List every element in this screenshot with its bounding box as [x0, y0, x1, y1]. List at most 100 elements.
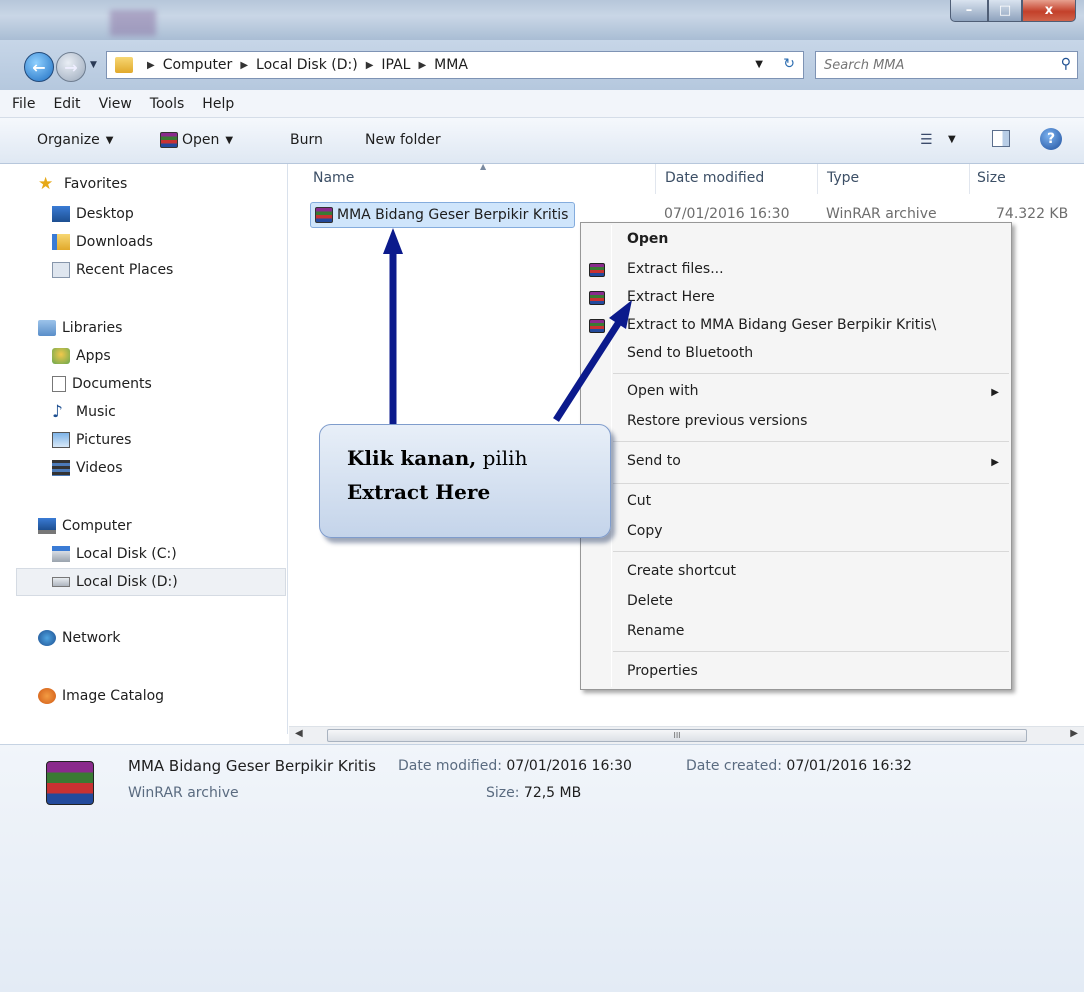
menu-item-open-with[interactable]: Open with — [627, 383, 699, 399]
menu-tools[interactable]: Tools — [150, 96, 185, 112]
winrar-archive-icon — [46, 761, 94, 805]
nav-label: Image Catalog — [62, 688, 165, 704]
instruction-callout: Klik kanan, pilih Extract Here — [319, 424, 611, 538]
nav-videos[interactable]: Videos — [52, 460, 123, 476]
nav-label: Network — [62, 630, 121, 646]
recent-pages-dropdown-icon[interactable]: ▼ — [90, 60, 97, 70]
menu-item-send-to[interactable]: Send to — [627, 453, 681, 469]
column-divider[interactable] — [655, 164, 656, 194]
image-catalog-icon — [38, 688, 56, 704]
breadcrumb-ipal[interactable]: ▶ IPAL — [358, 57, 411, 73]
details-value: 72,5 MB — [523, 785, 582, 801]
details-label: Date modified: — [398, 758, 502, 774]
menu-file[interactable]: File — [12, 96, 35, 112]
new-folder-button[interactable]: New folder — [365, 132, 441, 148]
recent-places-icon — [52, 262, 70, 278]
nav-libraries[interactable]: Libraries — [38, 320, 122, 336]
breadcrumb-mma[interactable]: ▶ MMA — [410, 57, 467, 73]
apps-icon — [52, 348, 70, 364]
horizontal-scrollbar[interactable]: ◀ III ▶ — [289, 726, 1084, 744]
menu-item-properties[interactable]: Properties — [627, 663, 698, 679]
menu-separator — [613, 483, 1009, 484]
organize-button[interactable]: Organize ▼ — [37, 132, 113, 148]
submenu-arrow-icon: ▶ — [991, 387, 999, 398]
change-view-icon[interactable]: ☰ — [920, 132, 933, 148]
nav-recent-places[interactable]: Recent Places — [52, 262, 173, 278]
column-size[interactable]: Size — [977, 170, 1006, 186]
menu-item-open[interactable]: Open — [627, 231, 668, 247]
maximize-button[interactable]: □ — [988, 0, 1022, 22]
menu-gutter — [611, 225, 612, 687]
nav-image-catalog[interactable]: Image Catalog — [38, 688, 164, 704]
menu-item-rename[interactable]: Rename — [627, 623, 684, 639]
nav-computer[interactable]: Computer — [38, 518, 132, 534]
nav-label: Desktop — [76, 206, 134, 222]
chevron-right-icon: ▶ — [418, 59, 427, 71]
menu-item-extract-to[interactable]: Extract to MMA Bidang Geser Berpikir Kri… — [627, 317, 936, 333]
minimize-button[interactable]: – — [950, 0, 988, 22]
menu-item-extract-files[interactable]: Extract files... — [627, 261, 724, 277]
submenu-arrow-icon: ▶ — [991, 457, 999, 468]
nav-favorites[interactable]: ★ Favorites — [38, 176, 127, 193]
nav-desktop[interactable]: Desktop — [52, 206, 134, 222]
nav-local-disk-c[interactable]: Local Disk (C:) — [52, 546, 177, 562]
nav-label: Documents — [72, 376, 152, 392]
preview-pane-icon[interactable] — [992, 130, 1010, 147]
search-input[interactable] — [816, 57, 1041, 73]
arrow-up-to-file — [383, 228, 403, 438]
column-date-modified[interactable]: Date modified — [665, 170, 764, 186]
menu-item-send-to-bluetooth[interactable]: Send to Bluetooth — [627, 345, 753, 361]
menu-view[interactable]: View — [99, 96, 132, 112]
file-name-cell[interactable]: MMA Bidang Geser Berpikir Kritis — [310, 202, 576, 228]
videos-icon — [52, 460, 70, 476]
menu-item-cut[interactable]: Cut — [627, 493, 651, 509]
back-button[interactable]: ← — [24, 52, 54, 82]
details-value: 07/01/2016 16:32 — [786, 758, 912, 774]
chevron-down-icon[interactable]: ▼ — [948, 134, 956, 145]
nav-downloads[interactable]: Downloads — [52, 234, 153, 250]
window-controls: – □ x — [950, 0, 1076, 22]
column-headers: ▲ Name Date modified Type Size — [289, 162, 1084, 194]
menu-separator — [613, 551, 1009, 552]
menu-help[interactable]: Help — [202, 96, 234, 112]
winrar-icon — [589, 263, 605, 277]
burn-label: Burn — [290, 132, 323, 148]
nav-documents[interactable]: Documents — [52, 376, 152, 392]
menu-item-create-shortcut[interactable]: Create shortcut — [627, 563, 736, 579]
menu-item-delete[interactable]: Delete — [627, 593, 673, 609]
open-button[interactable]: Open ▼ — [160, 132, 233, 148]
nav-local-disk-d[interactable]: Local Disk (D:) — [52, 574, 178, 590]
nav-label: Local Disk (C:) — [76, 546, 177, 562]
column-type[interactable]: Type — [827, 170, 859, 186]
breadcrumb-computer[interactable]: ▶ Computer — [139, 57, 232, 73]
column-name[interactable]: Name — [313, 170, 354, 186]
forward-button[interactable]: → — [56, 52, 86, 82]
burn-button[interactable]: Burn — [290, 132, 323, 148]
search-icon[interactable]: ⚲ — [1061, 56, 1071, 72]
column-divider[interactable] — [969, 164, 970, 194]
help-icon[interactable]: ? — [1040, 128, 1062, 150]
nav-music[interactable]: ♪ Music — [52, 404, 116, 421]
breadcrumb-label: MMA — [434, 57, 468, 73]
menu-item-extract-here[interactable]: Extract Here — [627, 289, 715, 305]
breadcrumb-label: IPAL — [381, 57, 411, 73]
menu-item-restore-previous-versions[interactable]: Restore previous versions — [627, 413, 807, 429]
address-bar[interactable]: ▶ Computer ▶ Local Disk (D:) ▶ IPAL ▶ MMA ▼ … — [106, 51, 804, 79]
column-divider[interactable] — [817, 164, 818, 194]
close-button[interactable]: x — [1022, 0, 1076, 22]
menu-edit[interactable]: Edit — [53, 96, 80, 112]
scrollbar-thumb[interactable]: III — [327, 729, 1027, 742]
nav-network[interactable]: Network — [38, 630, 120, 646]
menu-item-copy[interactable]: Copy — [627, 523, 663, 539]
nav-apps[interactable]: Apps — [52, 348, 111, 364]
nav-pictures[interactable]: Pictures — [52, 432, 131, 448]
scroll-left-icon[interactable]: ◀ — [295, 728, 303, 739]
search-box[interactable]: ⚲ — [815, 51, 1078, 79]
scroll-right-icon[interactable]: ▶ — [1070, 728, 1078, 739]
address-row: ← → ▼ ▶ Computer ▶ Local Disk (D:) ▶ IPAL ▶… — [0, 40, 1084, 90]
breadcrumb-local-disk-d[interactable]: ▶ Local Disk (D:) — [232, 57, 357, 73]
refresh-icon[interactable]: ↻ — [783, 56, 795, 72]
nav-label: Libraries — [62, 320, 123, 336]
address-dropdown-icon[interactable]: ▼ — [755, 59, 763, 70]
winrar-icon — [589, 291, 605, 305]
